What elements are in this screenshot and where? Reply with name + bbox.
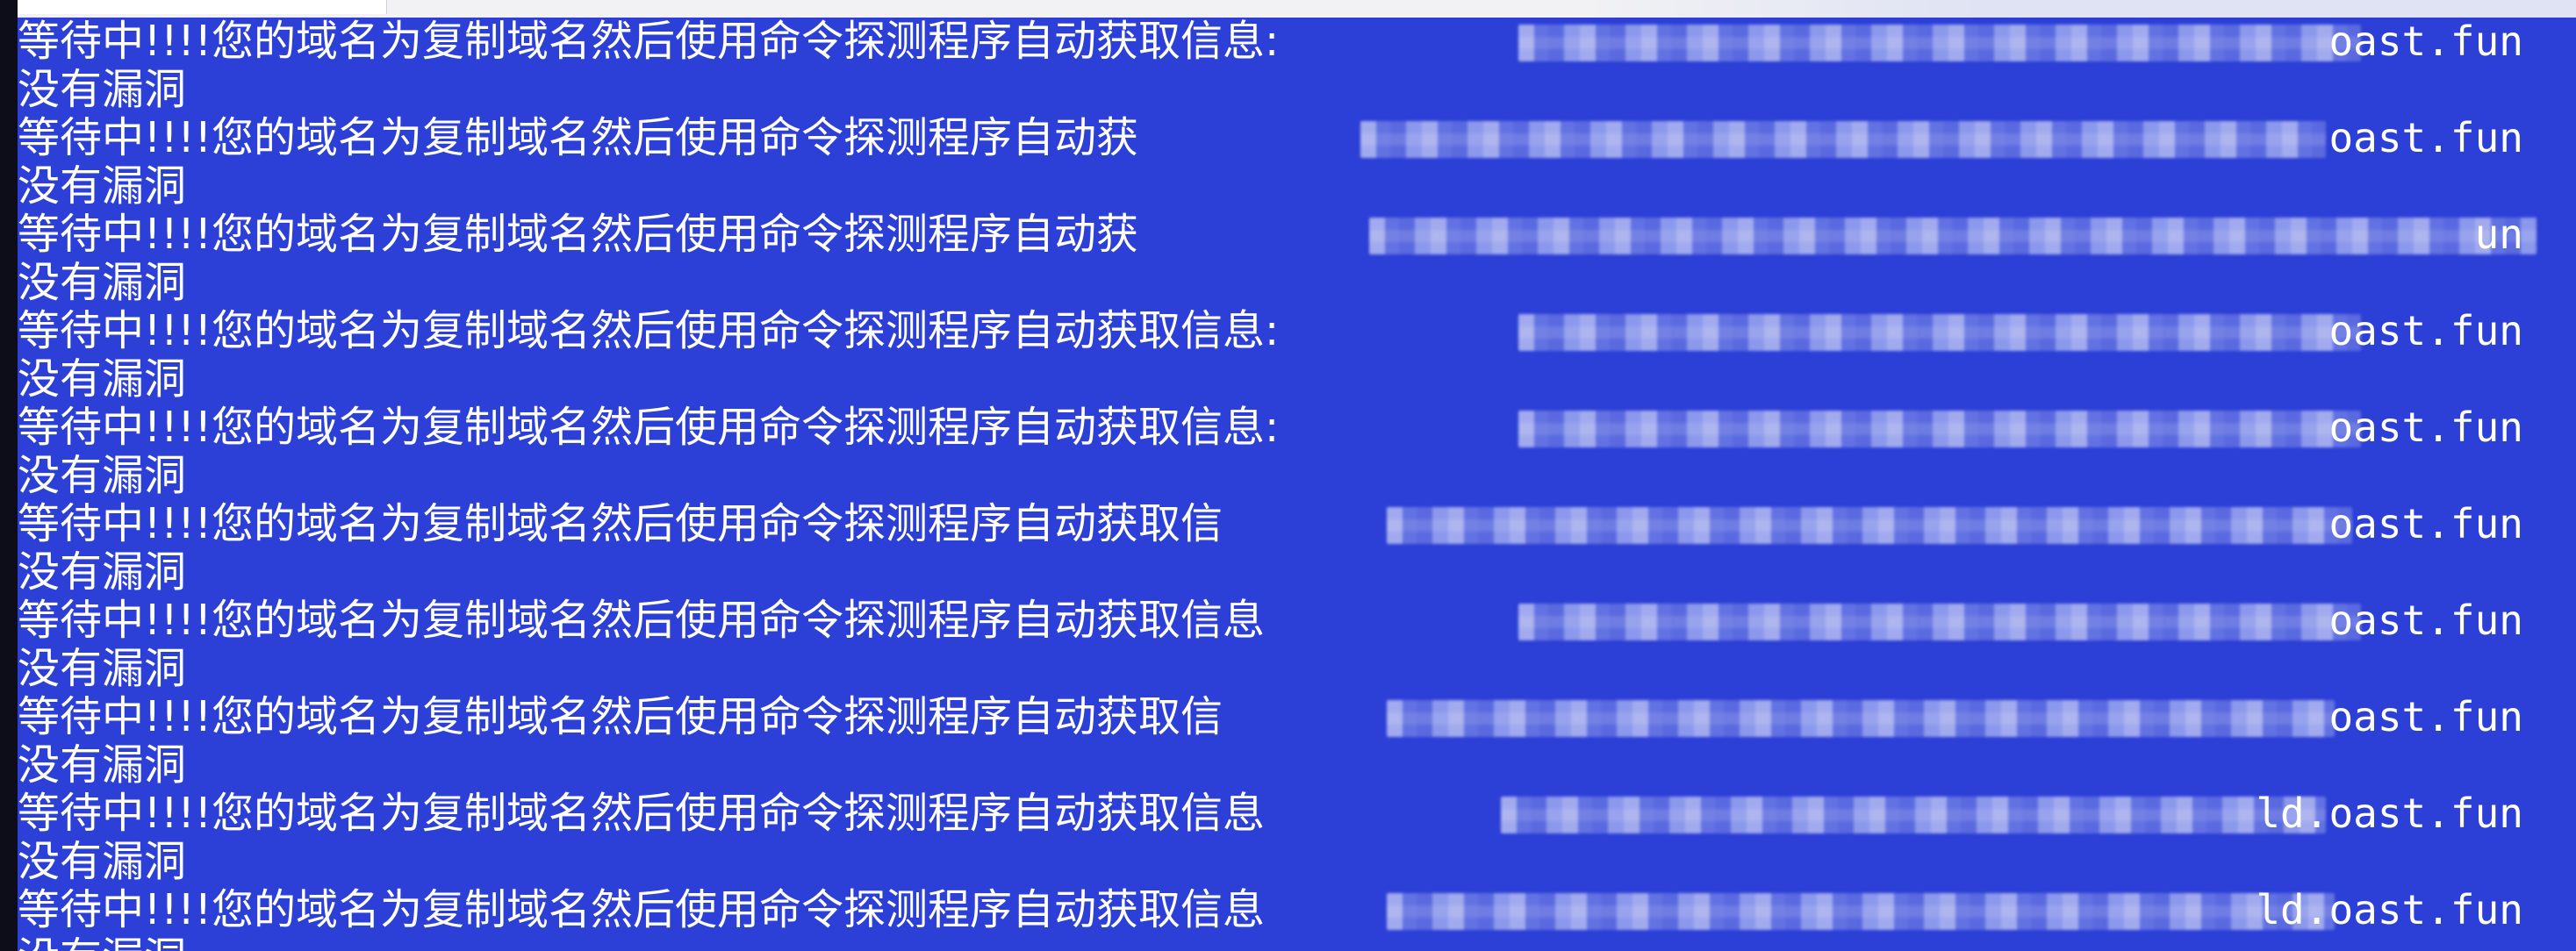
- top-fade: [1580, 0, 2576, 18]
- waiting-line: 等待中!!!!您的域名为复制域名然后使用命令探测程序自动获取信: [18, 499, 1223, 548]
- console-row: 等待中!!!!您的域名为复制域名然后使用命令探测程序自动获取信息: oast.f…: [18, 18, 2558, 114]
- console-row: 等待中!!!!您的域名为复制域名然后使用命令探测程序自动获取信息 ld.oast…: [18, 886, 2558, 951]
- console-row: 等待中!!!!您的域名为复制域名然后使用命令探测程序自动获取信息: oast.f…: [18, 404, 2558, 500]
- window-tab[interactable]: [18, 0, 387, 14]
- window-top-chrome: [0, 0, 2576, 18]
- waiting-line: 等待中!!!!您的域名为复制域名然后使用命令探测程序自动获取信息: [18, 596, 1265, 645]
- console-row: 等待中!!!!您的域名为复制域名然后使用命令探测程序自动获 oast.fun 没…: [18, 114, 2558, 211]
- console-row: 等待中!!!!您的域名为复制域名然后使用命令探测程序自动获取信息 ld.oast…: [18, 790, 2558, 886]
- redacted-domain: [1387, 700, 2335, 737]
- domain-suffix: oast.fun: [2328, 597, 2523, 644]
- result-line: 没有漏洞: [18, 65, 187, 114]
- waiting-line: 等待中!!!!您的域名为复制域名然后使用命令探测程序自动获取信息:: [18, 306, 1280, 355]
- waiting-line: 等待中!!!!您的域名为复制域名然后使用命令探测程序自动获取信: [18, 692, 1223, 741]
- waiting-line: 等待中!!!!您的域名为复制域名然后使用命令探测程序自动获取信息:: [18, 403, 1280, 452]
- result-line: 没有漏洞: [18, 161, 187, 211]
- result-line: 没有漏洞: [18, 740, 187, 790]
- domain-suffix: oast.fun: [2328, 693, 2523, 740]
- console-row: 等待中!!!!您的域名为复制域名然后使用命令探测程序自动获取信息: oast.f…: [18, 307, 2558, 404]
- domain-suffix: oast.fun: [2328, 18, 2523, 65]
- console-output[interactable]: 等待中!!!!您的域名为复制域名然后使用命令探测程序自动获取信息: oast.f…: [18, 18, 2558, 951]
- result-line: 没有漏洞: [18, 547, 187, 597]
- console-window: 等待中!!!!您的域名为复制域名然后使用命令探测程序自动获取信息: oast.f…: [0, 0, 2576, 951]
- left-edge-strip: [0, 0, 18, 951]
- result-line: 没有漏洞: [18, 837, 187, 886]
- redacted-domain: [1518, 25, 2361, 61]
- redacted-domain: [1387, 893, 2335, 930]
- waiting-line: 等待中!!!!您的域名为复制域名然后使用命令探测程序自动获取信息: [18, 885, 1265, 934]
- result-line: 没有漏洞: [18, 354, 187, 404]
- redacted-domain: [1518, 604, 2361, 640]
- result-line: 没有漏洞: [18, 934, 186, 951]
- domain-suffix: oast.fun: [2328, 307, 2523, 354]
- redacted-domain: [1360, 121, 2326, 158]
- waiting-line: 等待中!!!!您的域名为复制域名然后使用命令探测程序自动获取信息: [18, 789, 1265, 838]
- redacted-domain: [1518, 411, 2361, 447]
- redacted-domain: [1387, 507, 2352, 544]
- domain-suffix: ld.oast.fun: [2256, 886, 2523, 933]
- domain-suffix: oast.fun: [2328, 500, 2523, 547]
- console-row: 等待中!!!!您的域名为复制域名然后使用命令探测程序自动获取信息 oast.fu…: [18, 597, 2558, 693]
- waiting-line: 等待中!!!!您的域名为复制域名然后使用命令探测程序自动获: [18, 210, 1138, 259]
- domain-suffix: oast.fun: [2328, 114, 2523, 161]
- console-row: 等待中!!!!您的域名为复制域名然后使用命令探测程序自动获 un 没有漏洞: [18, 211, 2558, 307]
- domain-suffix: oast.fun: [2328, 404, 2523, 451]
- redacted-domain: [1369, 218, 2537, 254]
- domain-suffix: ld.oast.fun: [2256, 790, 2523, 837]
- console-row: 等待中!!!!您的域名为复制域名然后使用命令探测程序自动获取信 oast.fun…: [18, 693, 2558, 790]
- result-line: 没有漏洞: [18, 644, 187, 693]
- waiting-line: 等待中!!!!您的域名为复制域名然后使用命令探测程序自动获: [18, 113, 1138, 162]
- result-line: 没有漏洞: [18, 451, 187, 500]
- redacted-domain: [1518, 314, 2361, 351]
- domain-suffix: un: [2474, 211, 2523, 258]
- waiting-line: 等待中!!!!您的域名为复制域名然后使用命令探测程序自动获取信息:: [18, 17, 1280, 66]
- console-row: 等待中!!!!您的域名为复制域名然后使用命令探测程序自动获取信 oast.fun…: [18, 500, 2558, 597]
- result-line: 没有漏洞: [18, 258, 187, 307]
- redacted-domain: [1501, 797, 2326, 833]
